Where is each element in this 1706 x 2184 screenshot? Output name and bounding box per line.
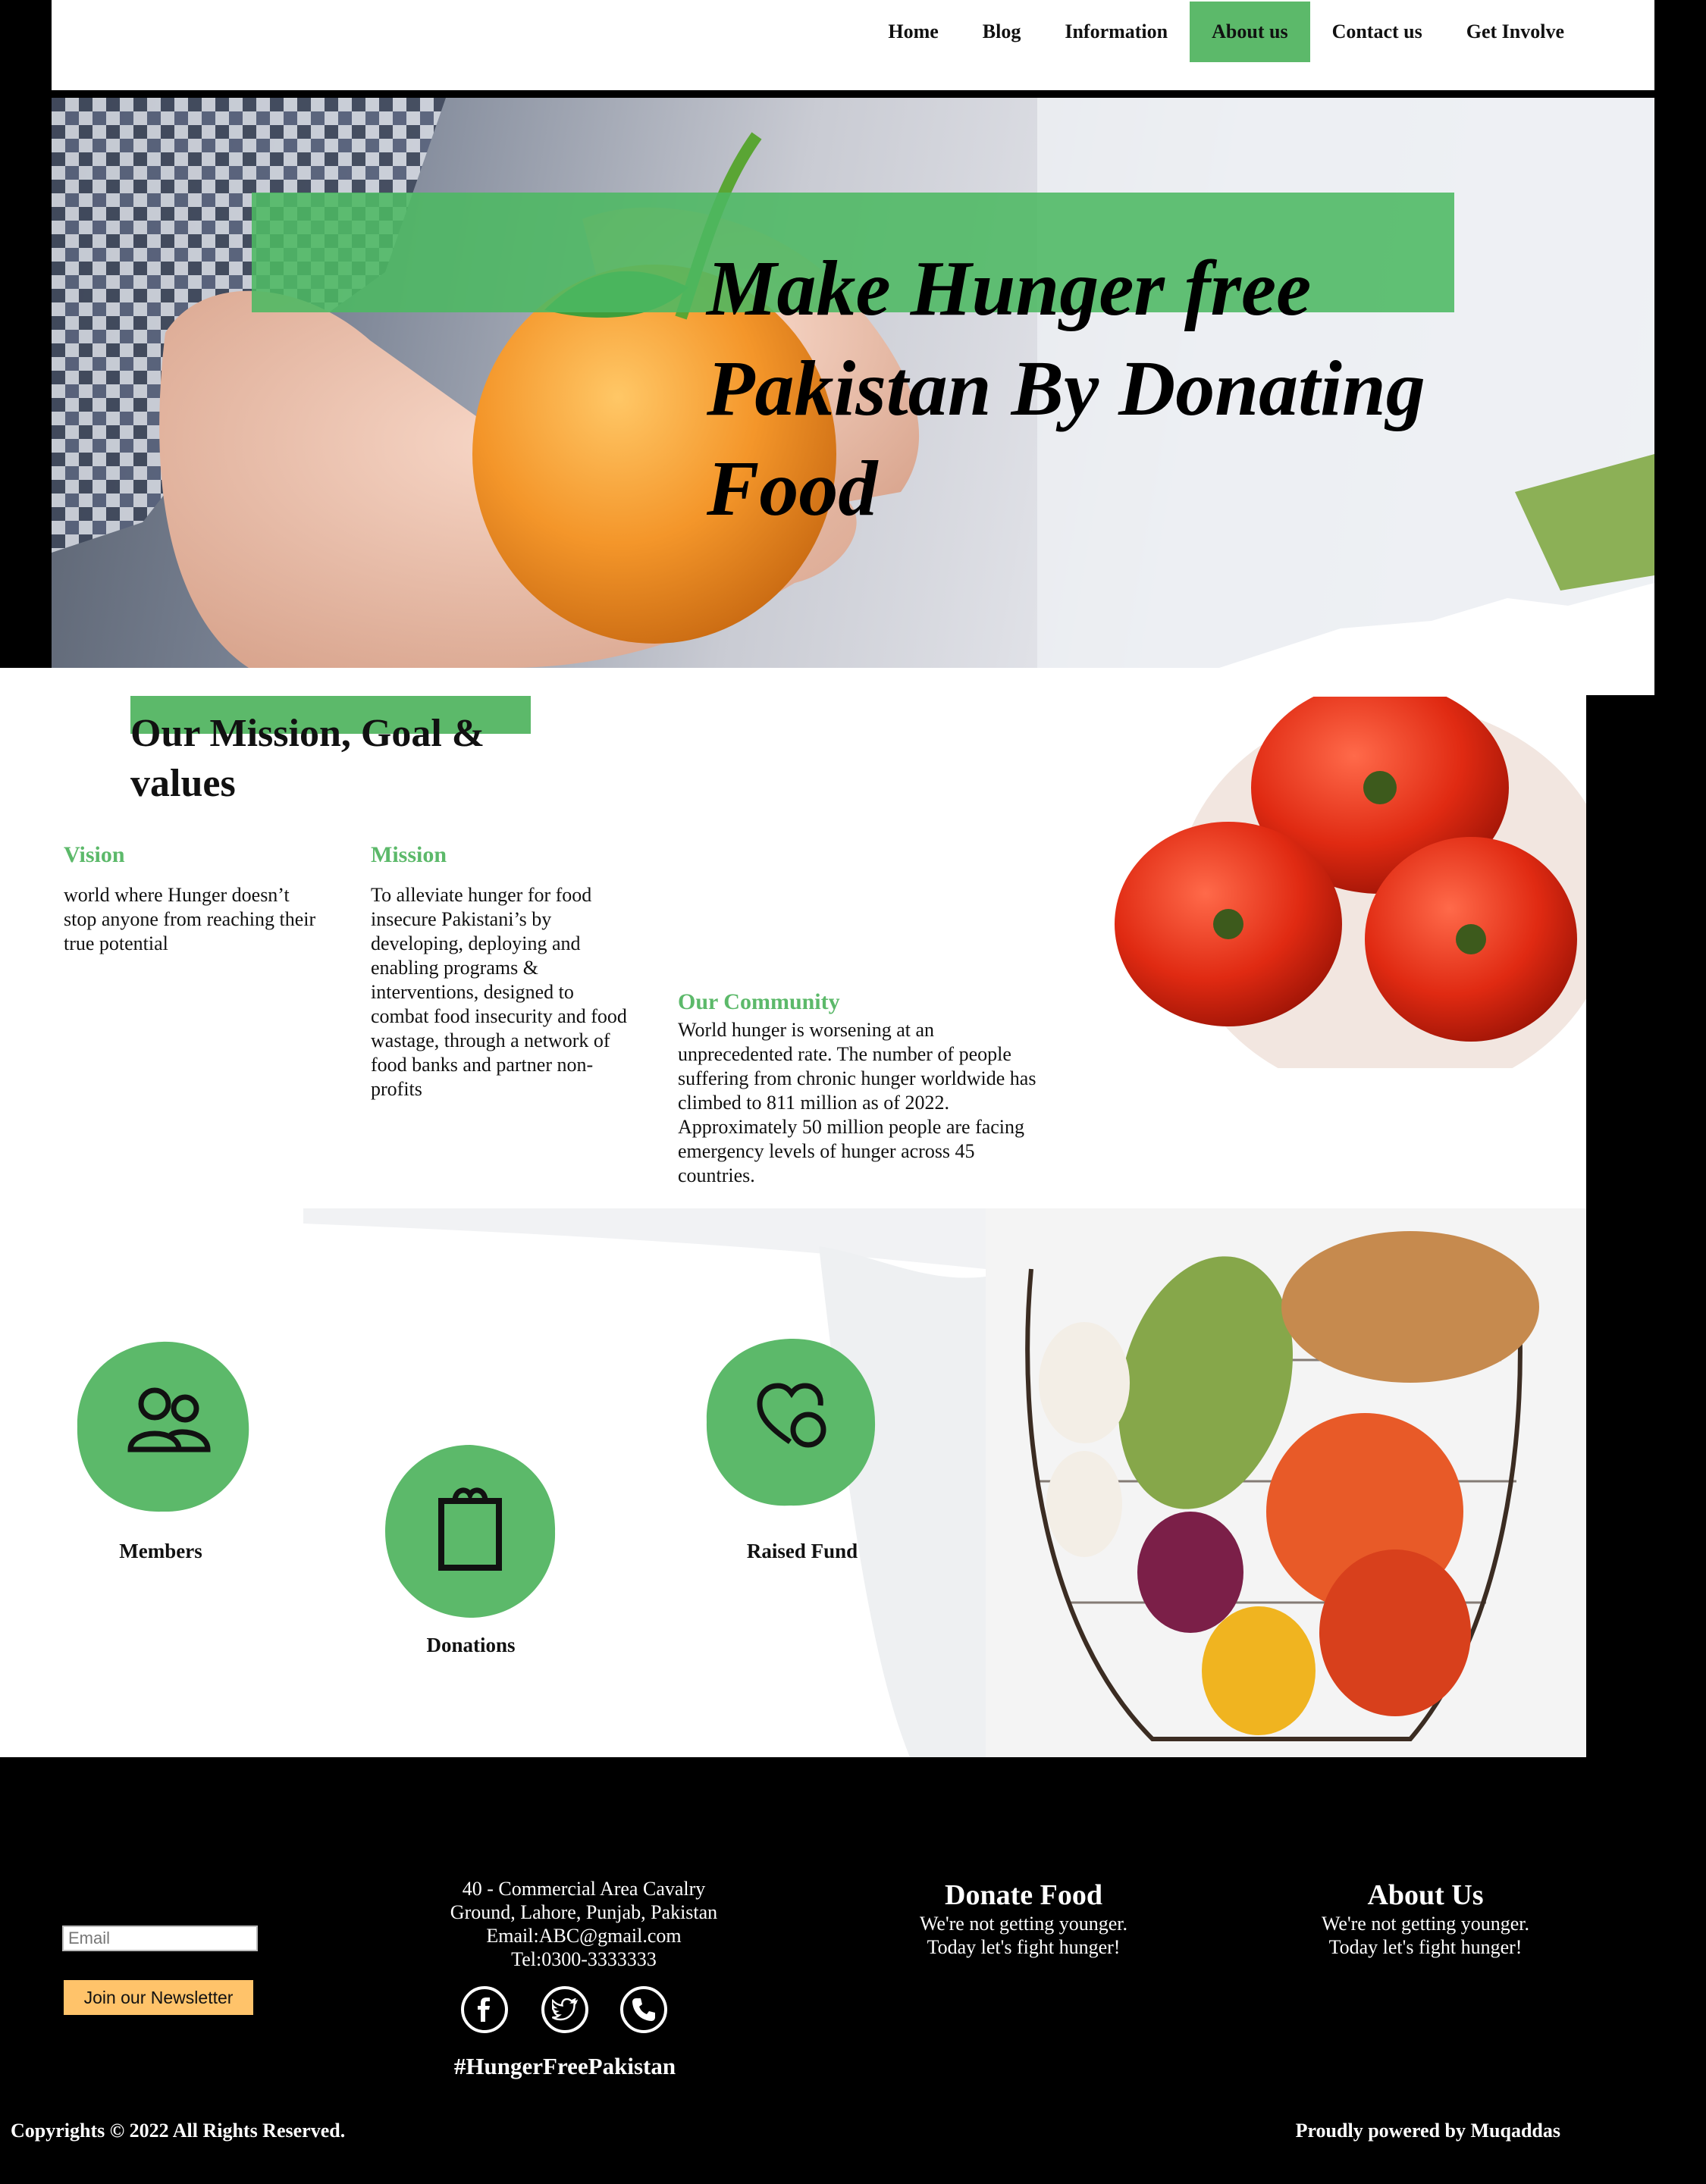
join-newsletter-button[interactable]: Join our Newsletter: [64, 1980, 253, 2015]
shopping-bag-icon: [438, 1487, 502, 1571]
about-us-line-2: Today let's fight hunger!: [1328, 1936, 1523, 1958]
twitter-glyph: [552, 1998, 578, 2021]
facebook-glyph: [478, 1998, 490, 2022]
section-title: Our Mission, Goal & values: [130, 712, 485, 805]
vision-text: world where Hunger doesn’t stop anyone f…: [64, 884, 316, 954]
main-nav: Home Blog Information About us Contact u…: [866, 2, 1586, 62]
twitter-icon[interactable]: [541, 1986, 588, 2033]
hero-banner: Make Hunger free Pakistan By Donating Fo…: [52, 98, 1654, 668]
community-column: Our Community World hunger is worsening …: [678, 989, 1049, 1188]
donate-food-line-1: We're not getting younger.: [919, 1913, 1128, 1935]
phone-glyph: [632, 1998, 655, 2021]
nav-home[interactable]: Home: [866, 2, 960, 62]
newsletter-email-input[interactable]: [62, 1925, 258, 1951]
stats-area: [0, 1208, 1586, 1757]
community-text: World hunger is worsening at an unpreced…: [678, 1019, 1036, 1186]
nav-information[interactable]: Information: [1043, 2, 1190, 62]
mission-column: Mission To alleviate hunger for food ins…: [371, 842, 629, 1101]
mission-section: Our Mission, Goal & values Vision world …: [0, 668, 1586, 1757]
members-label: Members: [119, 1540, 202, 1562]
contact-email: Email:ABC@gmail.com: [486, 1925, 682, 1947]
mission-top-strip: [1586, 668, 1654, 695]
powered-by-text: Proudly powered by Muqaddas: [1295, 2120, 1560, 2142]
raised-fund-label: Raised Fund: [746, 1540, 858, 1562]
people-icon: [127, 1387, 211, 1452]
facebook-icon[interactable]: [461, 1986, 508, 2033]
hashtag: #HungerFreePakistan: [453, 2053, 676, 2079]
hero-title: Make Hunger free Pakistan By Donating Fo…: [707, 245, 1425, 532]
contact-address: 40 - Commercial Area Cavalry Ground, Lah…: [425, 1877, 743, 1971]
heart-coin-icon: [757, 1383, 826, 1448]
nav-get-involve[interactable]: Get Involve: [1444, 2, 1586, 62]
mission-heading: Mission: [371, 842, 447, 867]
nav-contact-us[interactable]: Contact us: [1310, 2, 1444, 62]
vision-column: Vision world where Hunger doesn’t stop a…: [64, 842, 321, 956]
nav-about-us[interactable]: About us: [1190, 2, 1310, 62]
address-line-1: 40 - Commercial Area Cavalry: [462, 1878, 706, 1900]
mission-text: To alleviate hunger for food insecure Pa…: [371, 884, 627, 1100]
donations-label: Donations: [426, 1634, 516, 1656]
site-footer: Join our Newsletter 40 - Commercial Area…: [0, 1757, 1706, 2184]
donate-food-line-2: Today let's fight hunger!: [927, 1936, 1121, 1958]
donate-food-column: Donate Food We're not getting younger. T…: [895, 1878, 1152, 1959]
community-heading: Our Community: [678, 989, 840, 1014]
tomatoes-image: [1077, 697, 1586, 1068]
contact-phone: Tel:0300-3333333: [511, 1948, 657, 1970]
donate-food-title[interactable]: Donate Food: [895, 1878, 1152, 1912]
address-line-2: Ground, Lahore, Punjab, Pakistan: [450, 1901, 718, 1923]
top-navigation-bar: Home Blog Information About us Contact u…: [52, 0, 1654, 94]
phone-icon[interactable]: [620, 1986, 667, 2033]
about-us-line-1: We're not getting younger.: [1321, 1913, 1530, 1935]
copyright-text: Copyrights © 2022 All Rights Reserved.: [11, 2120, 346, 2142]
about-us-column: About Us We're not getting younger. Toda…: [1297, 1878, 1554, 1959]
nav-blog[interactable]: Blog: [961, 2, 1043, 62]
about-us-title[interactable]: About Us: [1297, 1878, 1554, 1912]
vegetable-basket-image: [986, 1208, 1586, 1757]
vision-heading: Vision: [64, 842, 125, 867]
